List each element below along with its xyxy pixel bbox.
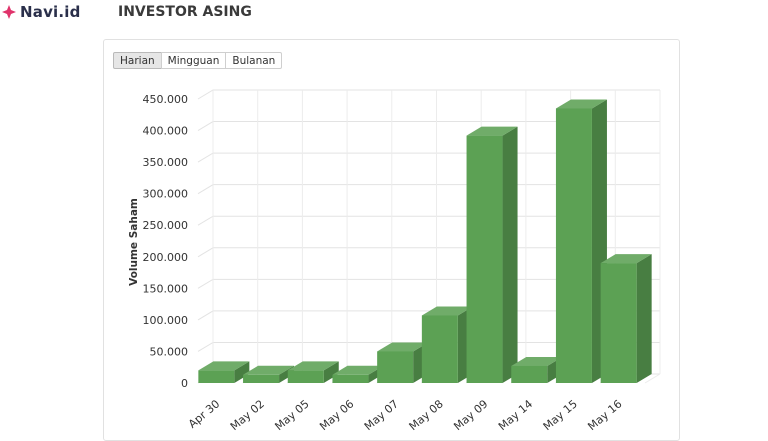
bar-may-16[interactable] — [600, 254, 652, 383]
x-tick-label: May 09 — [451, 397, 490, 432]
bar-front — [511, 365, 548, 383]
y-tick-label: 250.000 — [143, 219, 189, 232]
bar-may-09[interactable] — [466, 126, 518, 384]
bar-front — [421, 315, 458, 383]
y-tick-label: 450.000 — [143, 93, 189, 106]
y-tick-label: 50.000 — [150, 345, 189, 358]
x-axis-ticks: Apr 30 May 02 May 05 May 06 May 07 May 08 May … — [186, 397, 625, 432]
y-tick-label: 0 — [181, 377, 188, 390]
y-tick-label: 200.000 — [143, 251, 189, 264]
bar-may-08[interactable] — [421, 306, 473, 383]
volume-bar-chart: 0 50.000 100.000 150.000 200.000 250.000 300.0… — [128, 89, 661, 432]
x-tick-label: May 15 — [541, 397, 580, 432]
y-tick-label: 400.000 — [143, 125, 189, 138]
y-axis-ticks: 0 50.000 100.000 150.000 200.000 250.000 300.0… — [143, 93, 189, 390]
bar-may-14[interactable] — [511, 356, 563, 383]
bar-side — [502, 126, 518, 384]
x-tick-label: May 08 — [407, 397, 446, 432]
bar-front — [466, 135, 503, 383]
bar-may-07[interactable] — [377, 342, 429, 383]
bar-front — [287, 370, 324, 383]
bar-may-05[interactable] — [287, 361, 339, 383]
bar-may-06[interactable] — [332, 365, 384, 383]
x-tick-label: May 05 — [272, 397, 311, 432]
x-tick-label: May 02 — [228, 397, 267, 432]
y-tick-label: 350.000 — [143, 156, 189, 169]
y-axis-label: Volume Saham — [128, 198, 140, 286]
y-tick-label: 100.000 — [143, 314, 189, 327]
bar-front — [332, 374, 369, 383]
bar-front — [555, 108, 592, 383]
chart-bars — [198, 99, 652, 384]
bar-may-15[interactable] — [555, 99, 607, 383]
x-tick-label: May 16 — [585, 397, 624, 432]
x-tick-label: May 14 — [496, 397, 535, 432]
bar-front — [377, 351, 414, 383]
x-tick-label: May 07 — [362, 397, 401, 432]
bar-may-02[interactable] — [243, 365, 295, 383]
y-tick-label: 150.000 — [143, 282, 189, 295]
bar-front — [600, 263, 637, 383]
x-tick-label: Apr 30 — [186, 397, 222, 430]
gridline-y — [197, 89, 660, 100]
bar-apr-30[interactable] — [198, 361, 250, 383]
bar-front — [243, 374, 280, 383]
x-tick-label: May 06 — [317, 397, 356, 432]
bar-front — [198, 370, 235, 383]
bar-side — [636, 254, 652, 383]
y-tick-label: 300.000 — [143, 188, 189, 201]
